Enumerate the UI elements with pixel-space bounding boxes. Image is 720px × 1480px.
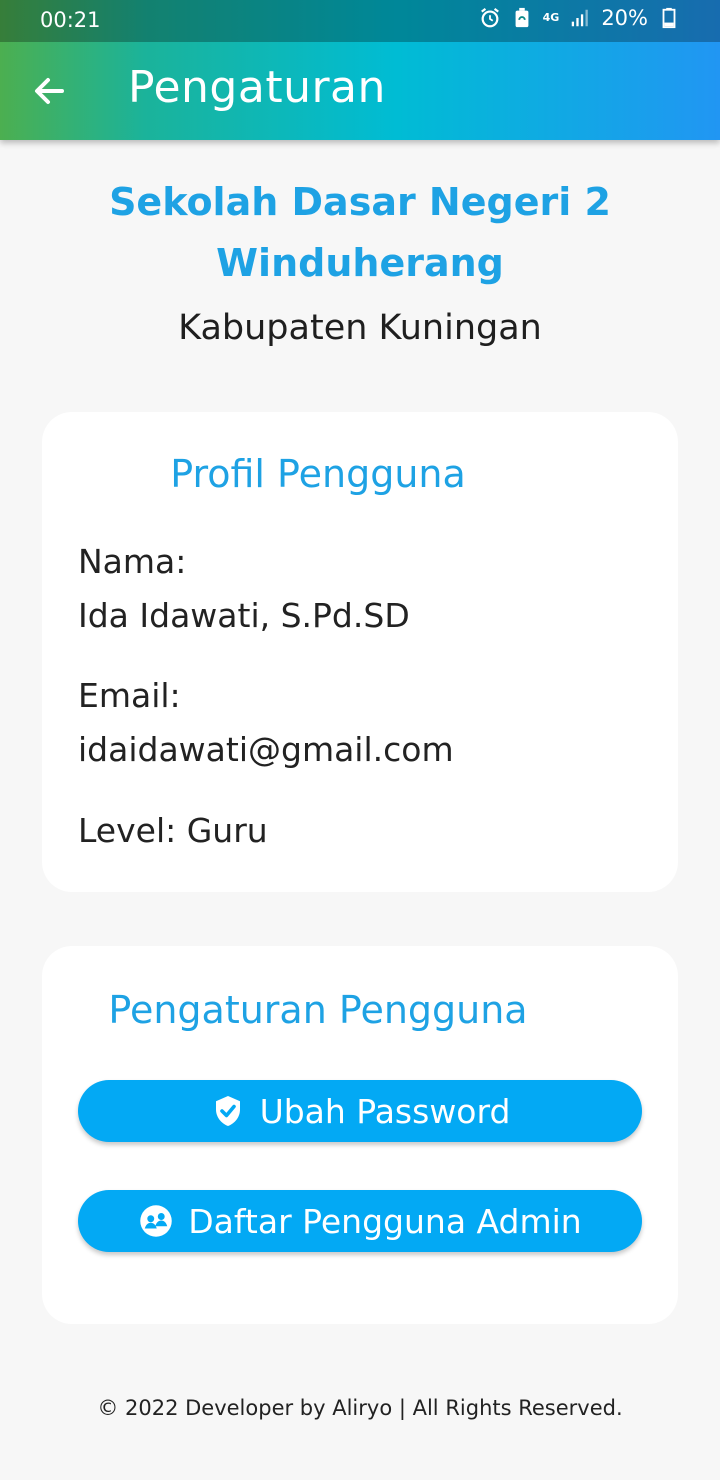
page-title: Pengaturan — [128, 62, 386, 113]
top-bar: 00:21 4G 20% Pengaturan — [0, 0, 720, 140]
change-password-button[interactable]: Ubah Password — [78, 1080, 642, 1142]
battery-icon — [662, 7, 676, 29]
status-icons: 4G 20% — [479, 6, 680, 30]
footer-copyright: © 2022 Developer by Aliryo | All Rights … — [97, 1396, 623, 1420]
status-bar: 00:21 4G 20% — [0, 0, 720, 42]
signal-icon — [572, 9, 589, 27]
admin-user-list-button[interactable]: Daftar Pengguna Admin — [78, 1190, 642, 1252]
school-regency: Kabupaten Kuningan — [178, 308, 542, 348]
battery-percent: 20% — [601, 6, 648, 30]
admin-user-list-label: Daftar Pengguna Admin — [188, 1201, 582, 1241]
user-settings-title: Pengaturan Pengguna — [108, 988, 528, 1032]
user-level: Level: Guru — [78, 811, 268, 850]
network-type: 4G — [542, 11, 560, 24]
app-bar: Pengaturan — [0, 42, 720, 140]
email-label: Email: — [78, 676, 181, 715]
status-time: 00:21 — [40, 8, 101, 32]
back-arrow-icon[interactable] — [24, 66, 74, 116]
people-icon — [140, 1205, 173, 1237]
name-value: Ida Idawati, S.Pd.SD — [78, 596, 410, 635]
school-name: Sekolah Dasar Negeri 2 Winduherang — [109, 180, 611, 285]
email-value: idaidawati@gmail.com — [78, 730, 454, 769]
alarm-icon — [480, 7, 499, 28]
battery-saver-icon — [515, 7, 529, 28]
profile-card-title: Profil Pengguna — [170, 452, 466, 496]
name-label: Nama: — [78, 542, 187, 581]
verified-shield-icon — [215, 1096, 240, 1126]
change-password-label: Ubah Password — [259, 1091, 511, 1131]
